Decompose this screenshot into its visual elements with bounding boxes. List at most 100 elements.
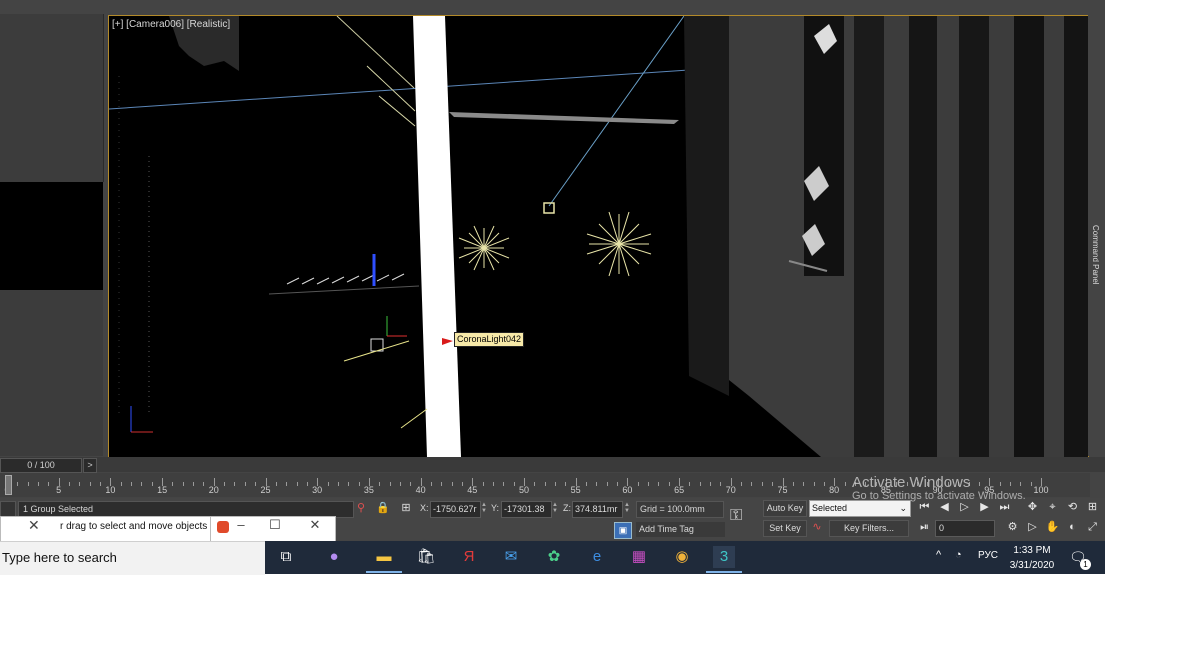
track-tick bbox=[430, 482, 432, 486]
key-selection-dropdown[interactable]: Selected ⌄ bbox=[809, 500, 911, 517]
track-tick bbox=[120, 482, 122, 486]
pan-icon[interactable]: ✋ bbox=[1045, 520, 1060, 535]
time-slider[interactable] bbox=[0, 457, 1105, 472]
track-tick-label: 25 bbox=[260, 485, 271, 495]
zoom-icon[interactable]: ✥ bbox=[1025, 500, 1040, 515]
frame-counter[interactable]: 0 / 100 bbox=[0, 458, 82, 473]
mail-icon[interactable]: ✉ bbox=[500, 546, 522, 568]
current-frame-field[interactable]: 0 bbox=[935, 520, 995, 537]
left-viewport-preview[interactable] bbox=[0, 182, 103, 290]
clock-time: 1:33 PM bbox=[1013, 545, 1051, 556]
stripe-2 bbox=[909, 16, 937, 457]
track-tick-label: 15 bbox=[157, 485, 168, 495]
track-tick bbox=[275, 482, 277, 486]
track-tick bbox=[761, 482, 763, 486]
grid-size: Grid = 100.0mm bbox=[636, 501, 724, 518]
key-mode-icon[interactable]: ⚿ bbox=[730, 507, 758, 527]
photos-icon[interactable]: ✿ bbox=[543, 546, 565, 568]
stripe-4 bbox=[1014, 16, 1044, 457]
activation-watermark: Activate Windows Go to Settings to activ… bbox=[852, 474, 1026, 502]
key-mode-toggle-icon[interactable]: ⏯ bbox=[917, 520, 932, 535]
next-frame-arrow[interactable]: > bbox=[83, 458, 97, 473]
left-viewport-panel[interactable] bbox=[0, 14, 104, 182]
maximize-toggle-icon[interactable]: ⊞ bbox=[1085, 500, 1100, 515]
winrar-icon[interactable]: ▦ bbox=[628, 546, 650, 568]
yandex-icon[interactable]: Я bbox=[458, 546, 480, 568]
key-filters-button[interactable]: Key Filters... bbox=[829, 520, 909, 537]
field-of-view-icon[interactable]: ▷ bbox=[1025, 520, 1040, 535]
play-icon[interactable]: ▷ bbox=[957, 500, 972, 515]
track-tick-label: 50 bbox=[518, 485, 529, 495]
track-tick-label: 45 bbox=[467, 485, 478, 495]
go-to-end-icon[interactable]: ⏭ bbox=[997, 500, 1012, 515]
track-tick bbox=[182, 482, 184, 486]
x-spinner[interactable]: ▲ ▼ bbox=[481, 502, 487, 515]
orbit-icon[interactable]: ⟲ bbox=[1065, 500, 1080, 515]
z-spinner[interactable]: ▲ ▼ bbox=[624, 502, 630, 515]
track-tick bbox=[141, 482, 143, 486]
set-key-button[interactable]: Set Key bbox=[763, 520, 807, 537]
network-icon[interactable]: ◔ bbox=[955, 549, 962, 561]
time-tag-icon[interactable]: ▣ bbox=[614, 522, 632, 539]
track-tick bbox=[441, 482, 443, 486]
camera-target-box bbox=[543, 202, 555, 214]
maximize-viewport-icon[interactable]: ⤢ bbox=[1085, 520, 1100, 535]
store-icon[interactable]: 🛍 bbox=[415, 546, 437, 568]
camera-viewport[interactable]: [+] [Camera006] [Realistic] CoronaLight0… bbox=[108, 15, 1089, 458]
3dsmax-icon[interactable]: 3 bbox=[713, 546, 735, 568]
default-tangent-icon[interactable]: ∿ bbox=[810, 520, 824, 534]
track-tick bbox=[544, 482, 546, 486]
task-view-icon[interactable]: ⧉ bbox=[275, 546, 297, 568]
auto-key-button[interactable]: Auto Key bbox=[763, 500, 807, 517]
absolute-mode-icon[interactable]: ⊞ bbox=[399, 501, 413, 515]
track-tick bbox=[586, 482, 588, 486]
chrome-icon[interactable]: ◉ bbox=[671, 546, 693, 568]
prompt-line: r drag to select and move objects bbox=[60, 521, 208, 532]
time-config-icon[interactable]: ⚙ bbox=[1005, 520, 1020, 535]
restore-icon[interactable]: ☐ bbox=[266, 517, 284, 533]
light-array bbox=[268, 273, 420, 295]
search-placeholder[interactable]: Type here to search bbox=[2, 550, 117, 565]
next-frame-icon[interactable]: ▶ bbox=[977, 500, 992, 515]
chevron-up-icon[interactable]: ^ bbox=[936, 549, 941, 561]
close-window-icon[interactable]: ✕ bbox=[306, 517, 324, 533]
track-tick bbox=[751, 482, 753, 486]
edge-icon[interactable]: e bbox=[586, 546, 608, 568]
z-coordinate-field[interactable]: 374.811mr bbox=[572, 501, 623, 518]
previous-frame-icon[interactable]: ◀ bbox=[937, 500, 952, 515]
omni-light-2 bbox=[586, 211, 652, 277]
clock[interactable]: 1:33 PM 3/31/2020 bbox=[1008, 543, 1056, 573]
walkthrough-icon[interactable]: ◐ bbox=[1065, 520, 1080, 535]
minimize-icon[interactable]: – bbox=[232, 517, 250, 532]
camera-target-line bbox=[548, 16, 685, 207]
zoom-all-icon[interactable]: ⌖ bbox=[1045, 500, 1060, 515]
track-tick-label: 40 bbox=[415, 485, 426, 495]
track-tick bbox=[482, 482, 484, 486]
track-tick-label: 100 bbox=[1033, 485, 1049, 495]
track-tick bbox=[337, 482, 339, 486]
add-time-tag[interactable]: Add Time Tag bbox=[636, 522, 725, 537]
track-tick-label: 70 bbox=[725, 485, 736, 495]
track-tick-label: 20 bbox=[208, 485, 219, 495]
file-explorer-icon[interactable]: ▬ bbox=[373, 546, 395, 568]
y-coordinate-field[interactable]: -17301.38 bbox=[501, 501, 552, 518]
isolate-icon[interactable]: ⚲ bbox=[354, 501, 368, 515]
stripe-1 bbox=[854, 16, 884, 457]
track-tick bbox=[327, 482, 329, 486]
assistant-icon[interactable]: ● bbox=[323, 546, 345, 568]
x-coordinate-field[interactable]: -1750.627r bbox=[430, 501, 481, 518]
command-panel-label[interactable]: Command Panel bbox=[1091, 225, 1100, 285]
viewport-scene bbox=[109, 16, 1088, 457]
left-viewport-panel-lower[interactable] bbox=[0, 290, 103, 456]
track-tick bbox=[27, 482, 29, 486]
viewport-label[interactable]: [+] [Camera006] [Realistic] bbox=[112, 19, 230, 30]
track-tick bbox=[79, 482, 81, 486]
stripe-3 bbox=[959, 16, 989, 457]
go-to-start-icon[interactable]: ⏮ bbox=[917, 500, 932, 515]
close-icon[interactable]: ✕ bbox=[28, 517, 46, 534]
lock-icon[interactable]: 🔒 bbox=[376, 501, 390, 515]
notification-badge: 1 bbox=[1080, 559, 1091, 570]
y-spinner[interactable]: ▲ ▼ bbox=[552, 502, 558, 515]
input-language[interactable]: РУС bbox=[978, 550, 998, 561]
current-frame-marker[interactable] bbox=[5, 475, 12, 495]
